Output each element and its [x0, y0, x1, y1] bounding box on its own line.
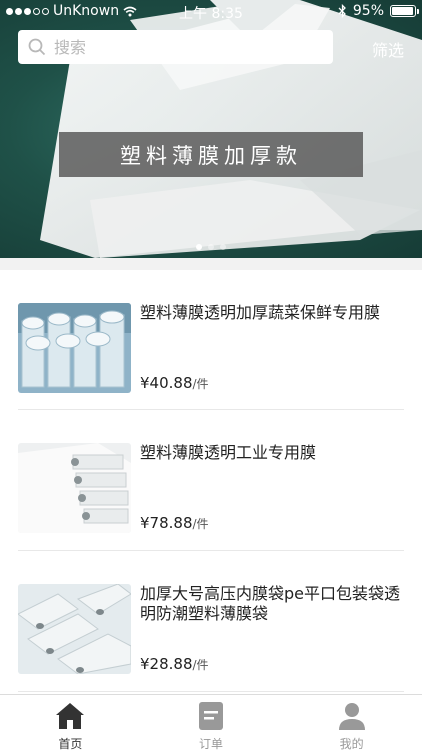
pager-dot[interactable] — [208, 244, 214, 250]
tab-label: 我的 — [339, 737, 364, 750]
search-input[interactable] — [54, 37, 314, 57]
product-image — [18, 584, 131, 674]
product-price: ¥28.88/件 — [140, 655, 209, 673]
bluetooth-icon — [338, 4, 346, 18]
battery-icon — [390, 5, 419, 17]
banner-caption: 塑料薄膜加厚款 — [59, 132, 363, 177]
product-image — [18, 443, 131, 533]
banner[interactable]: UnKnown 上午 8:35 95% 筛选 塑料薄膜加厚款 — [0, 0, 422, 258]
search-bar[interactable] — [18, 30, 333, 64]
product-price: ¥78.88/件 — [140, 514, 209, 532]
product-title: 塑料薄膜透明加厚蔬菜保鲜专用膜 — [140, 303, 381, 322]
price-value: ¥78.88 — [140, 514, 193, 532]
banner-pager[interactable] — [0, 244, 422, 250]
search-icon — [28, 38, 46, 56]
home-icon — [56, 703, 85, 729]
section-divider — [0, 258, 422, 270]
product-title: 塑料薄膜透明工业专用膜 — [140, 443, 317, 462]
price-unit: /件 — [192, 658, 209, 672]
product-item[interactable]: 塑料薄膜透明加厚蔬菜保鲜专用膜 ¥40.88/件 — [18, 270, 404, 410]
price-value: ¥28.88 — [140, 655, 193, 673]
product-item[interactable]: 塑料薄膜透明工业专用膜 ¥78.88/件 — [18, 410, 404, 551]
product-title: 加厚大号高压内膜袋pe平口包装袋透明防潮塑料薄膜袋 — [140, 584, 401, 623]
tab-bar: 首页 订单 我的 — [0, 694, 422, 750]
pager-dot[interactable] — [220, 244, 226, 250]
tab-orders[interactable]: 订单 — [141, 695, 282, 750]
order-icon — [199, 702, 223, 730]
tab-profile[interactable]: 我的 — [281, 695, 422, 750]
battery-percent: 95% — [352, 3, 384, 19]
product-list: 塑料薄膜透明加厚蔬菜保鲜专用膜 ¥40.88/件 塑料薄膜透明工业专用膜 ¥78 — [0, 270, 422, 692]
product-price: ¥40.88/件 — [140, 374, 209, 392]
product-item[interactable]: 加厚大号高压内膜袋pe平口包装袋透明防潮塑料薄膜袋 ¥28.88/件 — [18, 551, 404, 692]
tab-label: 订单 — [199, 737, 224, 750]
price-unit: /件 — [192, 377, 209, 391]
price-unit: /件 — [192, 517, 209, 531]
price-value: ¥40.88 — [140, 374, 193, 392]
filter-button[interactable]: 筛选 — [372, 37, 404, 61]
profile-icon — [338, 703, 365, 730]
product-image — [18, 303, 131, 393]
tab-label: 首页 — [58, 737, 83, 750]
tab-home[interactable]: 首页 — [0, 695, 141, 750]
status-bar: UnKnown 上午 8:35 95% — [0, 0, 422, 22]
pager-dot[interactable] — [196, 244, 202, 250]
